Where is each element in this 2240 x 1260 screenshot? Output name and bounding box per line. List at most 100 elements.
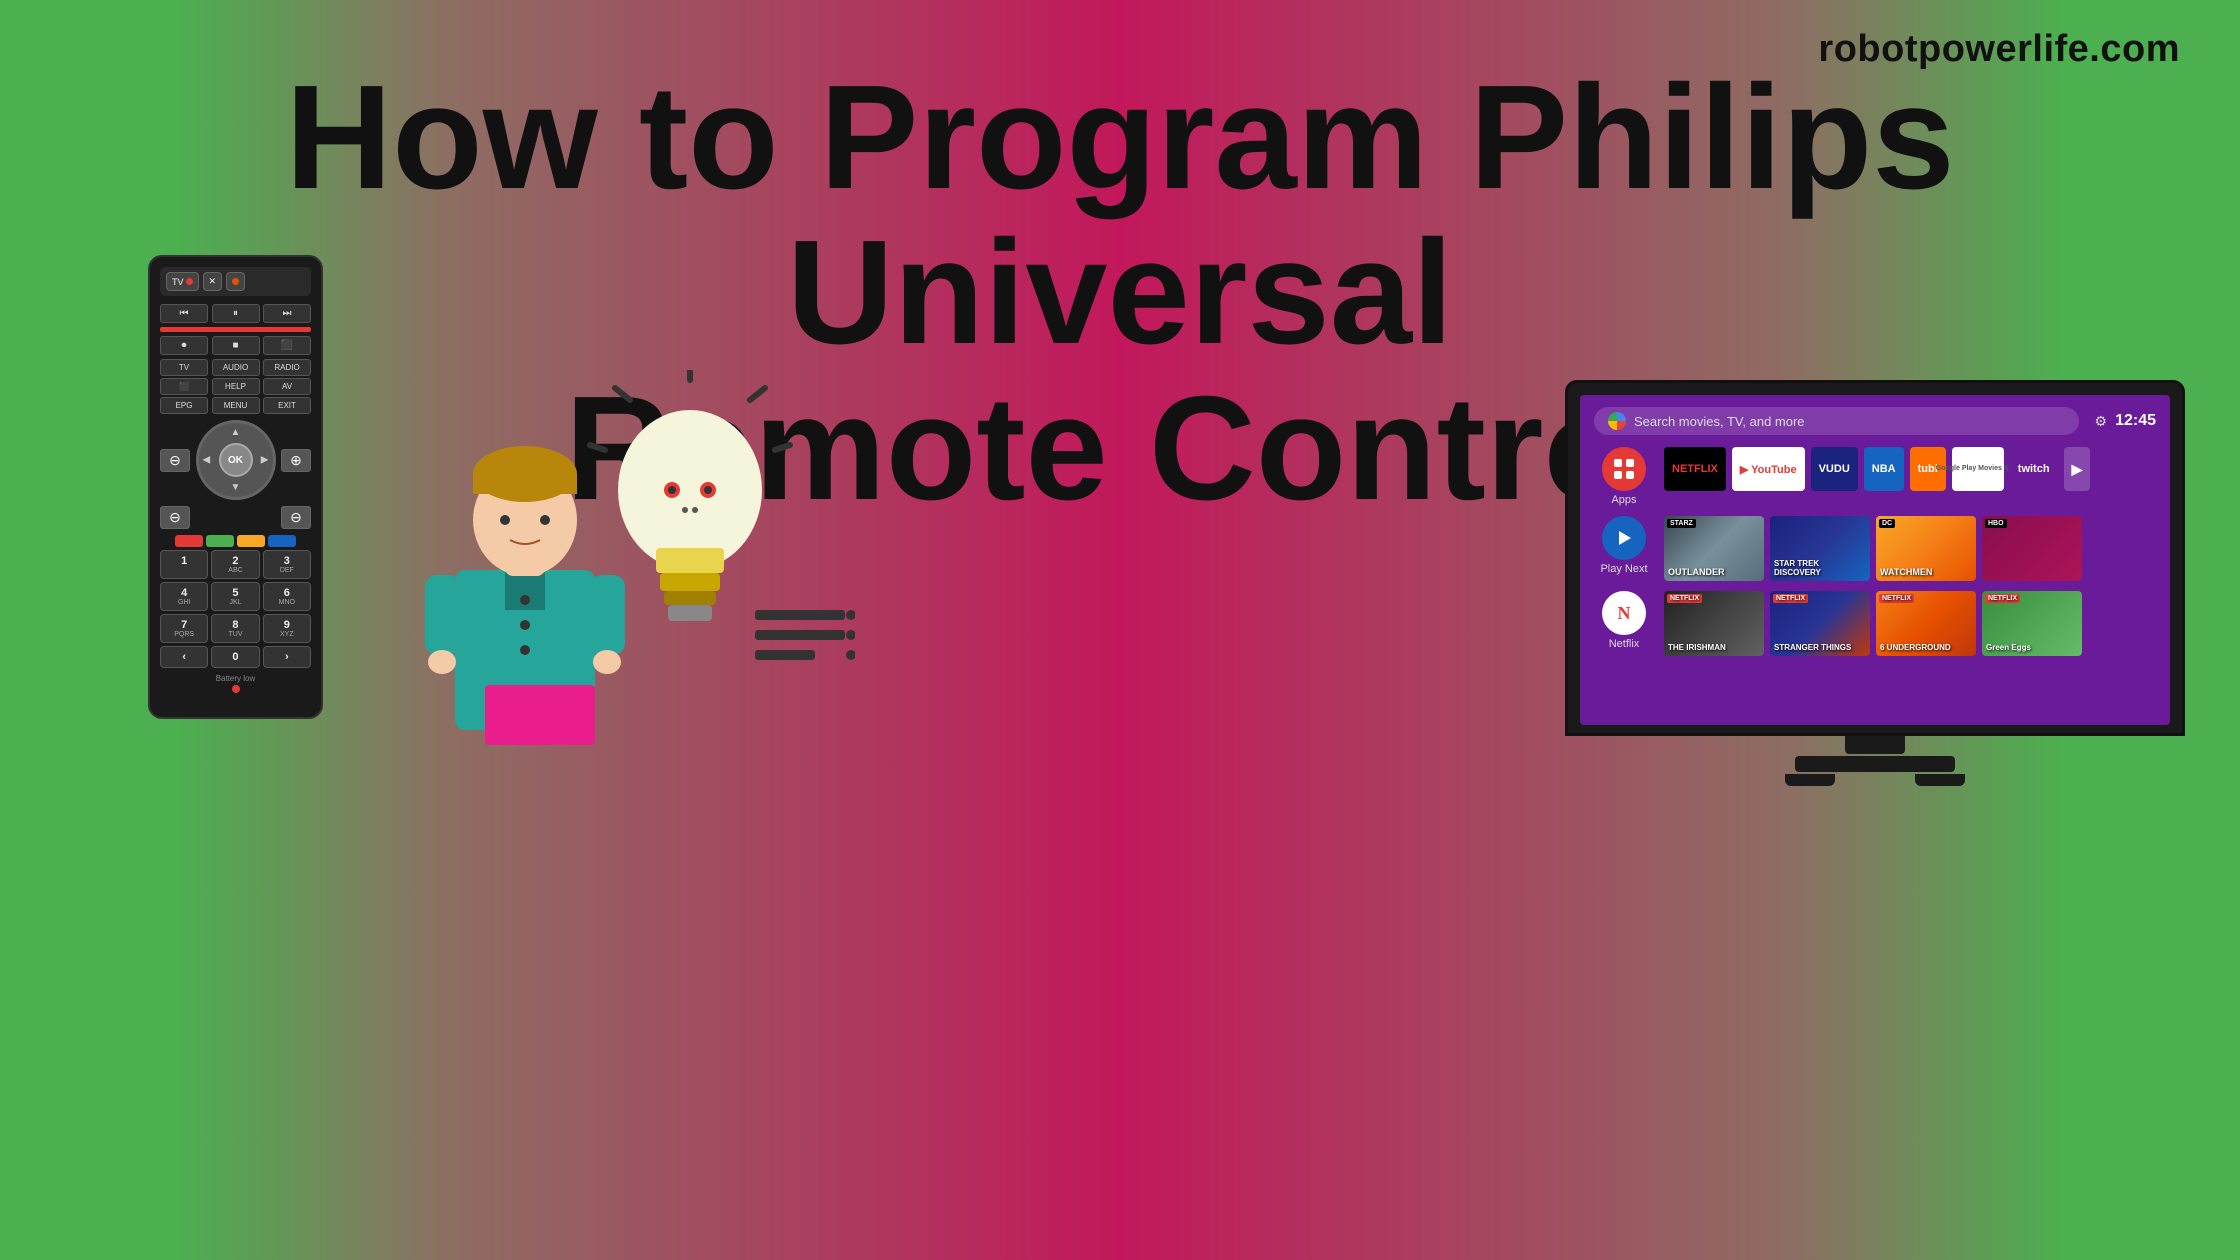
prev-button[interactable]: ‹ xyxy=(160,646,208,668)
pause-button[interactable]: ⏸ xyxy=(212,304,260,323)
lines-svg xyxy=(755,610,855,690)
stranger-title: STRANGER THINGS xyxy=(1774,643,1851,652)
nav-down-button[interactable]: ▼ xyxy=(231,482,241,493)
rewind-button[interactable]: ⏮ xyxy=(160,304,208,323)
app-vudu[interactable]: VUDU xyxy=(1811,447,1858,491)
netflix-badge-2: NETFLIX xyxy=(1773,594,1808,603)
netflix-badge-3: NETFLIX xyxy=(1879,594,1914,603)
hbo-thumb[interactable]: HBO xyxy=(1982,516,2082,581)
app-netflix[interactable]: NETFLIX xyxy=(1664,447,1726,491)
irishman-thumb[interactable]: NETFLIX THE IRISHMAN xyxy=(1664,591,1764,656)
app-google-play[interactable]: Google Play Movies & TV xyxy=(1952,447,2004,491)
irishman-title: THE IRISHMAN xyxy=(1668,643,1726,652)
function-row-3: EPG MENU EXIT xyxy=(160,397,311,414)
num-5-button[interactable]: 5JKL xyxy=(211,582,259,611)
channel-up-button[interactable]: ⊖ xyxy=(160,506,190,529)
menu-button[interactable]: MENU xyxy=(212,397,260,414)
paper-decoration xyxy=(485,685,595,745)
play-icon xyxy=(1614,528,1634,548)
sixunder-title: 6 UNDERGROUND xyxy=(1880,643,1951,652)
apps-row-icon: Apps xyxy=(1594,447,1654,506)
battery-section: Battery low xyxy=(160,674,311,697)
blue-color-button[interactable] xyxy=(268,535,296,547)
netflix-icon-col: N Netflix xyxy=(1594,591,1654,650)
settings-icon[interactable]: ⚙ xyxy=(2095,413,2108,430)
apps-strip: NETFLIX ▶ YouTube VUDU NBA tubi Google P… xyxy=(1664,447,2156,491)
main-content: robotpowerlife.com How to Program Philip… xyxy=(0,0,2240,1260)
tv-power-button[interactable]: TV xyxy=(166,272,199,291)
watchmen-thumb[interactable]: DC WATCHMEN xyxy=(1876,516,1976,581)
remote-top-row: TV ✕ xyxy=(160,267,311,296)
next-button[interactable]: › xyxy=(263,646,311,668)
red-bar xyxy=(160,327,311,332)
tv-container: Search movies, TV, and more ⚙ 12:45 xyxy=(1565,380,2185,786)
vol-down-button[interactable]: ⊕ xyxy=(281,449,311,472)
yellow-color-button[interactable] xyxy=(237,535,265,547)
av-button[interactable]: AV xyxy=(263,378,311,395)
illustration xyxy=(395,370,825,770)
grid-icon xyxy=(1613,458,1635,480)
num-9-button[interactable]: 9XYZ xyxy=(263,614,311,643)
stand-feet xyxy=(1785,774,1965,786)
greeneggs-thumb[interactable]: NETFLIX Green Eggs xyxy=(1982,591,2082,656)
channel-down-button[interactable]: ⊖ xyxy=(281,506,311,529)
nav-up-button[interactable]: ▲ xyxy=(231,427,241,438)
record-button[interactable]: ⏺ xyxy=(160,336,208,355)
num-2-button[interactable]: 2ABC xyxy=(211,550,259,579)
red-color-button[interactable] xyxy=(175,535,203,547)
outlander-thumb[interactable]: STARZ OUTLANDER xyxy=(1664,516,1764,581)
app-more[interactable]: ▶ xyxy=(2064,447,2091,491)
stop-button[interactable]: ■ xyxy=(212,336,260,355)
tv-guide-button[interactable]: ⬛ xyxy=(263,336,311,355)
epg-button[interactable]: EPG xyxy=(160,397,208,414)
input-button[interactable]: ✕ xyxy=(203,272,223,291)
exit-button[interactable]: EXIT xyxy=(263,397,311,414)
play-next-row: Play Next STARZ OUTLANDER STAR TREKDISCO… xyxy=(1594,516,2156,581)
radio-button[interactable]: RADIO xyxy=(263,359,311,376)
dc-badge: DC xyxy=(1879,519,1895,528)
ok-button[interactable]: OK xyxy=(219,443,253,477)
startrek-title: STAR TREKDISCOVERY xyxy=(1774,559,1821,577)
vol-up-button[interactable]: ⊖ xyxy=(160,449,190,472)
apps-label: Apps xyxy=(1611,494,1636,506)
startrek-thumb[interactable]: STAR TREKDISCOVERY xyxy=(1770,516,1870,581)
num-3-button[interactable]: 3DEF xyxy=(263,550,311,579)
num-6-button[interactable]: 6MNO xyxy=(263,582,311,611)
stranger-thumb[interactable]: NETFLIX STRANGER THINGS xyxy=(1770,591,1870,656)
netflix-n-icon: N xyxy=(1618,603,1631,624)
nav-left-button[interactable]: ◀ xyxy=(203,455,211,466)
sixunder-thumb[interactable]: NETFLIX 6 UNDERGROUND xyxy=(1876,591,1976,656)
stand-foot-right xyxy=(1915,774,1965,786)
num-8-button[interactable]: 8TUV xyxy=(211,614,259,643)
tv-search-bar[interactable]: Search movies, TV, and more xyxy=(1594,407,2079,435)
nav-section: ⊖ ▲ ▼ ◀ ▶ OK ⊕ xyxy=(160,420,311,500)
green-color-button[interactable] xyxy=(206,535,234,547)
fastforward-button[interactable]: ⏭ xyxy=(263,304,311,323)
num-1-button[interactable]: 1 xyxy=(160,550,208,579)
power-dot-icon xyxy=(186,278,193,285)
help-button[interactable]: HELP xyxy=(212,378,260,395)
play-next-strip: STARZ OUTLANDER STAR TREKDISCOVERY DC xyxy=(1664,516,2156,581)
subtitle-button[interactable]: ⬛ xyxy=(160,378,208,395)
play-next-icon[interactable] xyxy=(1602,516,1646,560)
netflix-row-icon[interactable]: N xyxy=(1602,591,1646,635)
apps-icon[interactable] xyxy=(1602,447,1646,491)
num-7-button[interactable]: 7PQRS xyxy=(160,614,208,643)
app-nba[interactable]: NBA xyxy=(1864,447,1904,491)
nav-ring: ▲ ▼ ◀ ▶ OK xyxy=(196,420,276,500)
stand-neck xyxy=(1845,736,1905,754)
app-youtube[interactable]: ▶ YouTube xyxy=(1732,447,1805,491)
apps-row: Apps NETFLIX ▶ YouTube VUDU NBA tubi Goo… xyxy=(1594,447,2156,506)
nav-right-button[interactable]: ▶ xyxy=(261,455,269,466)
power-button[interactable] xyxy=(226,272,245,291)
audio-button[interactable]: AUDIO xyxy=(212,359,260,376)
title-line1: How to Program Philips Universal xyxy=(285,55,1954,375)
battery-indicator xyxy=(232,685,240,693)
num-4-button[interactable]: 4GHI xyxy=(160,582,208,611)
app-twitch[interactable]: twitch xyxy=(2010,447,2058,491)
channel-row: ⊖ ⊖ xyxy=(160,506,311,529)
num-0-button[interactable]: 0 xyxy=(211,646,259,668)
tv-button[interactable]: TV xyxy=(160,359,208,376)
google-assistant-icon xyxy=(1608,412,1626,430)
greeneggs-title: Green Eggs xyxy=(1986,643,2031,652)
